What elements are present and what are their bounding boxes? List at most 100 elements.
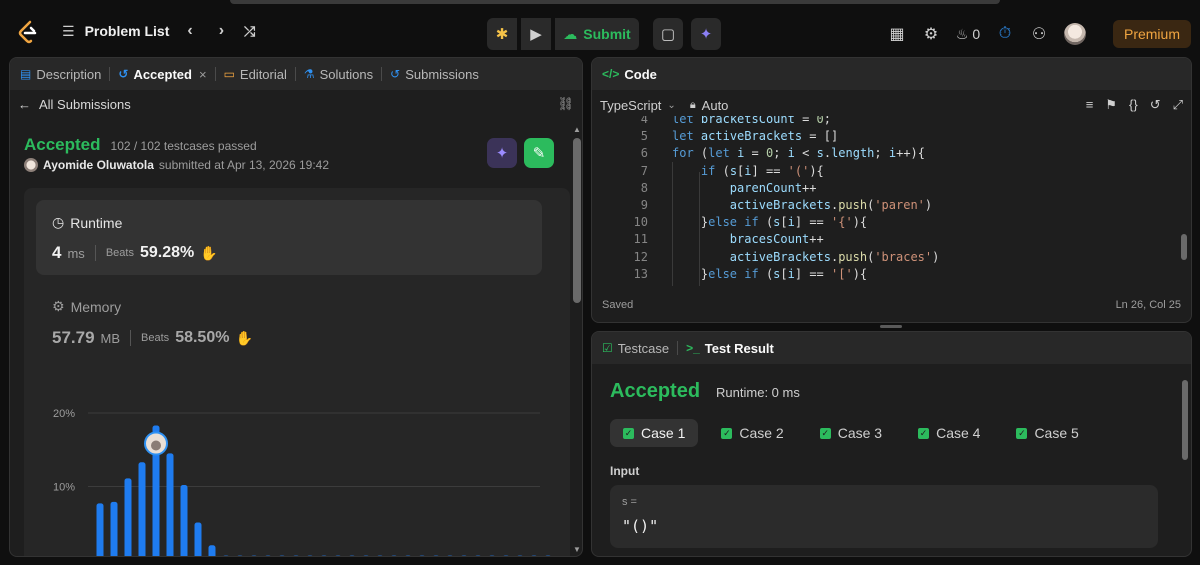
chart-bar[interactable]: [461, 555, 468, 557]
chart-bar[interactable]: [237, 555, 244, 557]
test-scrollbar[interactable]: [1181, 370, 1189, 554]
chart-bar[interactable]: [124, 478, 132, 557]
code-scroll-thumb[interactable]: [1181, 234, 1187, 260]
chart-bar[interactable]: [279, 555, 286, 557]
streak-counter[interactable]: ♨ 0: [948, 18, 988, 50]
code-line[interactable]: 9 activeBrackets.push('paren'): [592, 198, 1191, 215]
case-tab[interactable]: ✓ Case 2: [708, 419, 796, 447]
code-line[interactable]: 6 for (let i = 0; i < s.length; i++){: [592, 146, 1191, 163]
chart-bar[interactable]: [335, 555, 342, 557]
expand-icon[interactable]: ⤢: [1173, 97, 1183, 113]
chart-bar[interactable]: [307, 555, 314, 557]
code-line[interactable]: 8 parenCount++: [592, 181, 1191, 198]
run-button[interactable]: ▶: [521, 18, 551, 50]
problem-list-link[interactable]: Problem List: [85, 23, 170, 39]
left-scrollbar[interactable]: ▲ ▼: [572, 126, 582, 554]
notes-button[interactable]: ▢: [653, 18, 683, 50]
chart-bar[interactable]: [166, 453, 174, 557]
ai-button[interactable]: ✦: [691, 18, 721, 50]
code-line[interactable]: 5 let activeBrackets = []: [592, 129, 1191, 146]
leetcode-logo-icon[interactable]: [16, 20, 42, 46]
prev-problem-icon[interactable]: ‹: [187, 22, 192, 40]
format-icon[interactable]: ≡: [1086, 97, 1094, 113]
test-scroll-thumb[interactable]: [1182, 380, 1188, 460]
tab-solutions[interactable]: ⚗ Solutions: [304, 67, 373, 82]
settings-gear-icon[interactable]: ⚙: [914, 18, 948, 50]
code-text: if (s[i] == '('){: [700, 163, 824, 178]
code-line[interactable]: 10 }else if (s[i] == '{'){: [592, 215, 1191, 232]
chart-bar[interactable]: [517, 555, 524, 557]
next-problem-icon[interactable]: ›: [219, 22, 224, 40]
chart-bar[interactable]: [545, 555, 552, 557]
tab-accepted[interactable]: ↺ Accepted ×: [118, 67, 206, 82]
scroll-up-icon[interactable]: ▲: [572, 126, 582, 134]
chart-bar[interactable]: [321, 555, 328, 557]
tab-description[interactable]: ▤ Description: [20, 67, 101, 82]
tab-editorial[interactable]: ▭ Editorial: [224, 67, 287, 82]
braces-icon[interactable]: {}: [1129, 97, 1138, 113]
chart-bar[interactable]: [489, 555, 496, 557]
chart-bar[interactable]: [180, 485, 188, 557]
close-tab-icon[interactable]: ×: [199, 67, 207, 82]
code-line[interactable]: 7 if (s[i] == '('){: [592, 164, 1191, 181]
runtime-card[interactable]: ◷ Runtime 4 ms Beats 59.28% ✋: [36, 200, 542, 275]
tab-testcase[interactable]: ☑ Testcase: [602, 341, 669, 356]
panel-splitter-handle[interactable]: [880, 325, 902, 328]
chart-bar[interactable]: [138, 462, 146, 557]
chart-bar[interactable]: [363, 555, 370, 557]
chart-bar[interactable]: [96, 503, 104, 557]
memory-label[interactable]: ⚙ Memory: [52, 298, 121, 315]
scroll-thumb[interactable]: [573, 138, 581, 303]
code-line[interactable]: 11 bracesCount++: [592, 232, 1191, 249]
code-line[interactable]: 12 activeBrackets.push('braces'): [592, 250, 1191, 267]
chart-bar[interactable]: [194, 522, 202, 557]
language-select[interactable]: TypeScript ⌄: [600, 98, 676, 113]
chart-bar[interactable]: [265, 555, 272, 557]
code-line[interactable]: 13 }else if (s[i] == '['){: [592, 267, 1191, 284]
chart-bar[interactable]: [208, 545, 216, 557]
scroll-down-icon[interactable]: ▼: [572, 546, 582, 554]
debug-button[interactable]: ✱: [487, 18, 517, 50]
chart-bar[interactable]: [391, 555, 398, 557]
chart-bar[interactable]: [475, 555, 482, 557]
chart-bar[interactable]: [419, 555, 426, 557]
submit-button[interactable]: ☁ Submit: [555, 18, 639, 50]
chart-bar[interactable]: [223, 555, 230, 557]
tab-submissions[interactable]: ↺ Submissions: [390, 67, 479, 82]
list-icon[interactable]: ☰: [62, 23, 75, 40]
reset-icon[interactable]: ↺: [1150, 97, 1161, 113]
case-tab[interactable]: ✓ Case 3: [807, 419, 895, 447]
tab-code[interactable]: </> Code: [602, 67, 657, 82]
link-icon[interactable]: ⛓: [557, 96, 574, 112]
premium-button[interactable]: Premium: [1113, 20, 1191, 48]
chart-bar[interactable]: [433, 555, 440, 557]
chart-bar[interactable]: [349, 555, 356, 557]
chart-bar[interactable]: [110, 501, 118, 557]
analyze-ai-button[interactable]: ✦: [487, 138, 517, 168]
timer-icon[interactable]: ⏱: [988, 18, 1022, 50]
runtime-distribution-chart[interactable]: 20%10%0%5ms10ms15ms20ms31ms55ms: [24, 394, 570, 557]
case-tab[interactable]: ✓ Case 4: [905, 419, 993, 447]
chart-bar[interactable]: [531, 555, 538, 557]
layout-icon[interactable]: ▦: [880, 18, 914, 50]
shuffle-icon[interactable]: ⤮: [244, 23, 255, 40]
chart-bar[interactable]: [293, 555, 300, 557]
add-user-icon[interactable]: ⚇: [1022, 18, 1056, 50]
chart-bar[interactable]: [377, 555, 384, 557]
chart-bar[interactable]: [503, 555, 510, 557]
bookmark-icon[interactable]: ⚑: [1105, 97, 1117, 113]
all-submissions-link[interactable]: ← All Submissions: [18, 97, 131, 112]
user-avatar[interactable]: [1064, 23, 1086, 45]
author-name[interactable]: Ayomide Oluwatola: [43, 158, 154, 172]
case-tab[interactable]: ✓ Case 5: [1003, 419, 1091, 447]
edit-solution-button[interactable]: ✎: [524, 138, 554, 168]
code-scrollbar[interactable]: [1179, 120, 1189, 290]
case-tab[interactable]: ✓ Case 1: [610, 419, 699, 447]
chart-bar[interactable]: [251, 555, 258, 557]
autocomplete-toggle[interactable]: 🔒︎ Auto: [690, 98, 729, 113]
code-editor[interactable]: 4 let bracketsCount = 0; 5 let activeBracke…: [592, 116, 1191, 286]
code-line[interactable]: 4 let bracketsCount = 0;: [592, 116, 1191, 129]
chart-bar[interactable]: [447, 555, 454, 557]
chart-bar[interactable]: [405, 555, 412, 557]
tab-test-result[interactable]: >_ Test Result: [686, 341, 774, 356]
